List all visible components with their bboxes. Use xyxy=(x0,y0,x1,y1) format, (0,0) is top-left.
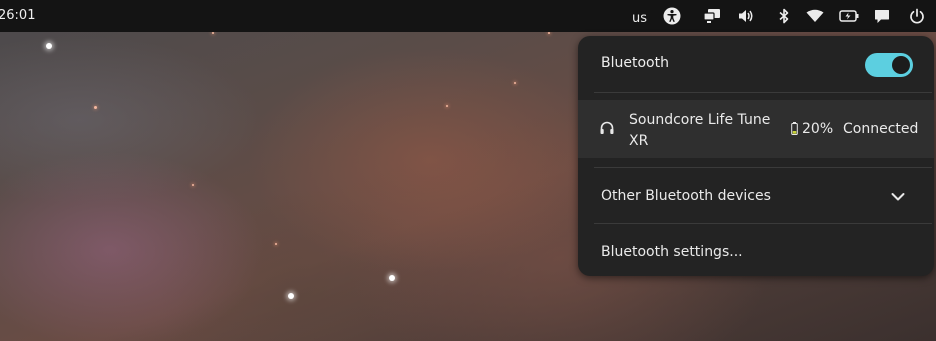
bluetooth-title: Bluetooth xyxy=(601,55,669,71)
wallpaper-star xyxy=(94,106,97,109)
wallpaper-star xyxy=(446,105,448,107)
wifi-icon[interactable] xyxy=(804,6,826,26)
chevron-down-icon xyxy=(891,190,905,206)
wallpaper-star xyxy=(275,243,277,245)
desktop-wallpaper: 26:01 us Bluetooth Soundcore Life Tune X… xyxy=(0,0,936,341)
power-icon[interactable] xyxy=(907,6,927,26)
divider xyxy=(594,92,932,93)
bluetooth-toggle[interactable] xyxy=(865,53,913,77)
device-status: Connected xyxy=(843,121,919,137)
volume-icon[interactable] xyxy=(736,6,756,26)
wallpaper-star xyxy=(288,293,294,299)
wallpaper-star xyxy=(514,82,516,84)
accessibility-icon[interactable] xyxy=(662,6,682,26)
bluetooth-menu: Bluetooth Soundcore Life Tune XR 20% Con… xyxy=(578,36,934,276)
top-bar: 26:01 us xyxy=(0,0,936,32)
divider xyxy=(594,167,932,168)
bluetooth-settings-label: Bluetooth settings... xyxy=(601,244,743,260)
notifications-icon[interactable] xyxy=(872,6,892,26)
wallpaper-star xyxy=(46,43,52,49)
bluetooth-header: Bluetooth xyxy=(578,36,934,92)
bluetooth-settings-item[interactable]: Bluetooth settings... xyxy=(578,232,934,276)
clock[interactable]: 26:01 xyxy=(0,8,35,23)
device-battery-level: 20% xyxy=(802,121,834,137)
wallpaper-star xyxy=(548,32,550,34)
headphones-icon xyxy=(599,120,615,140)
other-devices-expander[interactable]: Other Bluetooth devices xyxy=(578,176,934,220)
bluetooth-icon[interactable] xyxy=(774,6,794,26)
divider xyxy=(594,223,932,224)
wallpaper-star xyxy=(389,275,395,281)
device-name: Soundcore Life Tune XR xyxy=(629,112,771,149)
keyboard-layout-indicator[interactable]: us xyxy=(632,8,647,28)
device-item-soundcore[interactable]: Soundcore Life Tune XR 20% Connected xyxy=(578,100,934,158)
battery-icon[interactable] xyxy=(838,6,860,26)
device-battery-icon xyxy=(791,122,798,139)
toggle-knob xyxy=(892,56,910,74)
wallpaper-star xyxy=(192,184,194,186)
other-devices-label: Other Bluetooth devices xyxy=(601,188,771,204)
screen-share-icon[interactable] xyxy=(702,6,722,26)
wallpaper-star xyxy=(212,32,214,34)
